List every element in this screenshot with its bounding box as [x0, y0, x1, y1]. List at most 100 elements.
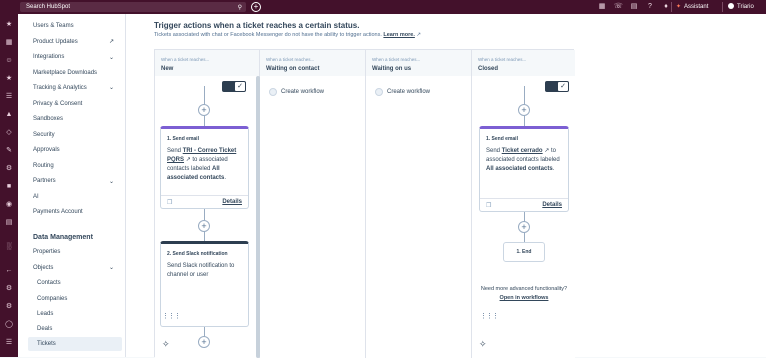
sidebar-item-partners[interactable]: Partners — [33, 178, 56, 184]
sidebar-item-payments-account[interactable]: Payments Account — [33, 209, 83, 215]
assistant-button[interactable]: ✦ Assistant — [676, 2, 708, 12]
content-icon[interactable]: ☰ — [4, 92, 14, 102]
sidebar-item-routing[interactable]: Routing — [33, 163, 54, 169]
help-circle-icon[interactable]: ◯ — [4, 320, 14, 330]
search-placeholder: Search HubSpot — [26, 4, 71, 10]
automation-icon[interactable]: ⚙ — [4, 164, 14, 174]
card-footer: ❐ Details — [161, 195, 248, 208]
contacts-icon[interactable]: ☺ — [4, 56, 14, 66]
add-icon[interactable]: + — [251, 2, 261, 12]
sidebar-item-properties[interactable]: Properties — [33, 249, 60, 255]
sidebar-item-product-updates[interactable]: Product Updates — [33, 39, 78, 45]
sidebar-item-privacy-consent[interactable]: Privacy & Consent — [33, 101, 82, 107]
column-caption: When a ticket reaches... — [478, 57, 527, 62]
column-name: New — [161, 66, 174, 72]
column-header-waiting-on-us: When a ticket reaches... Waiting on us — [366, 50, 472, 76]
card-footer: ❐ Details — [480, 198, 568, 211]
copy-icon[interactable]: ❐ — [486, 202, 491, 209]
chevron-down-icon[interactable]: ⌄ — [109, 84, 114, 91]
notifications-icon[interactable]: ♦ — [662, 3, 670, 11]
service-icon[interactable]: ✎ — [4, 146, 14, 156]
grid-icon[interactable]: ▦ — [598, 3, 606, 11]
collapse-icon[interactable]: ← — [4, 266, 14, 276]
dashboard-icon[interactable]: ▦ — [4, 38, 14, 48]
copy-icon[interactable]: ❐ — [167, 199, 172, 206]
reporting-icon[interactable]: ■ — [4, 182, 14, 192]
card-body: Send TRI - Correo Ticket PQRS ↗ to assoc… — [167, 148, 237, 181]
help-icon[interactable]: ? — [646, 3, 654, 11]
add-action-button[interactable]: + — [198, 336, 210, 348]
bookmark-icon[interactable]: ★ — [4, 20, 14, 30]
add-action-button[interactable]: + — [198, 220, 210, 232]
column-scrollbar[interactable] — [256, 76, 260, 358]
data-icon[interactable]: ◉ — [4, 200, 14, 210]
sidebar-item-tracking-analytics[interactable]: Tracking & Analytics — [33, 85, 87, 91]
store-icon[interactable]: ▤ — [630, 3, 638, 11]
chevron-down-icon[interactable]: ⌄ — [109, 264, 114, 271]
sidebar-item-approvals[interactable]: Approvals — [33, 147, 60, 153]
sidebar-item-objects[interactable]: Objects — [33, 265, 53, 271]
create-workflow-label[interactable]: Create workflow — [281, 89, 324, 95]
sales-icon[interactable]: ▲ — [4, 110, 14, 120]
settings-icon[interactable]: ⚙ — [4, 284, 14, 294]
card-bold-text: All associated contacts — [486, 166, 553, 172]
ai-sparkle-icon[interactable]: ✧ — [162, 339, 170, 350]
email-template-link[interactable]: Ticket cerrado — [502, 148, 543, 154]
card-title: 1. Send email — [486, 136, 518, 142]
phone-icon[interactable]: ☏ — [614, 3, 623, 11]
expand-icon[interactable]: ☰ — [4, 338, 14, 348]
sidebar-item-ai[interactable]: AI — [33, 194, 39, 200]
column-caption: When a ticket reaches... — [372, 57, 421, 62]
sidebar-item-marketplace-downloads[interactable]: Marketplace Downloads — [33, 70, 97, 76]
external-link-icon: ↗ — [185, 157, 191, 163]
column-header-waiting-on-contact: When a ticket reaches... Waiting on cont… — [260, 50, 366, 76]
external-link-icon: ↗ — [109, 39, 115, 45]
sidebar-item-integrations[interactable]: Integrations — [33, 54, 64, 60]
search-input[interactable]: Search HubSpot ⚲ — [20, 2, 246, 12]
commerce-icon[interactable]: ◇ — [4, 128, 14, 138]
add-action-button[interactable]: + — [518, 104, 530, 116]
toggle-switch-new[interactable]: ✓ — [222, 81, 246, 92]
chart-icon[interactable]: ░ — [4, 242, 14, 252]
topbar-divider — [671, 2, 672, 12]
action-card-send-email[interactable]: 1. Send email Send TRI - Correo Ticket P… — [160, 126, 249, 209]
account-menu[interactable]: Triario — [728, 2, 754, 12]
column-caption: When a ticket reaches... — [266, 57, 315, 62]
drag-handle-icon[interactable]: ⋮⋮⋮ — [162, 312, 181, 320]
top-navigation-bar: Search HubSpot ⚲ + ▦ ☏ ▤ ? ♦ ✦ Assistant … — [0, 0, 766, 14]
open-in-workflows-link[interactable]: Open in workflows — [500, 295, 549, 301]
sidebar-item-tickets[interactable]: Tickets — [37, 341, 56, 347]
sidebar-item-contacts[interactable]: Contacts — [37, 280, 61, 286]
check-icon: ✓ — [235, 82, 245, 91]
column-new: ✓ + 1. Send email Send TRI - Correo Tick… — [155, 76, 260, 358]
chevron-down-icon[interactable]: ⌄ — [109, 54, 114, 61]
settings-sidebar: Users & Teams Product Updates ↗ Integrat… — [18, 14, 126, 357]
sidebar-item-companies[interactable]: Companies — [37, 296, 67, 302]
create-workflow-label[interactable]: Create workflow — [387, 89, 430, 95]
sidebar-item-deals[interactable]: Deals — [37, 326, 52, 332]
add-action-button[interactable]: + — [198, 104, 210, 116]
chevron-down-icon[interactable]: ⌄ — [109, 178, 114, 185]
sidebar-item-sandboxes[interactable]: Sandboxes — [33, 116, 63, 122]
sidebar-item-security[interactable]: Security — [33, 132, 55, 138]
details-link[interactable]: Details — [222, 199, 242, 205]
tools-icon[interactable]: ⚙ — [4, 302, 14, 312]
library-icon[interactable]: ▤ — [4, 218, 14, 228]
toggle-switch-closed[interactable]: ✓ — [545, 81, 569, 92]
sidebar-item-users-teams[interactable]: Users & Teams — [33, 23, 74, 29]
create-workflow-radio[interactable] — [269, 88, 277, 96]
marketing-icon[interactable]: ★ — [4, 74, 14, 84]
learn-more-link[interactable]: Learn more. — [383, 32, 414, 38]
sidebar-item-leads[interactable]: Leads — [37, 311, 53, 317]
section-title-data-management: Data Management — [33, 234, 93, 241]
external-link-icon: ↗ — [544, 148, 550, 154]
details-link[interactable]: Details — [542, 202, 562, 208]
drag-handle-icon[interactable]: ⋮⋮⋮ — [480, 312, 499, 320]
action-card-send-email[interactable]: 1. Send email Send Ticket cerrado ↗ to a… — [479, 126, 569, 212]
card-title: 2. Send Slack notification — [167, 251, 228, 257]
column-name: Closed — [478, 66, 499, 72]
ai-sparkle-icon[interactable]: ✧ — [479, 339, 487, 350]
create-workflow-radio[interactable] — [375, 88, 383, 96]
add-action-button[interactable]: + — [518, 221, 530, 233]
column-caption: When a ticket reaches... — [161, 57, 210, 62]
